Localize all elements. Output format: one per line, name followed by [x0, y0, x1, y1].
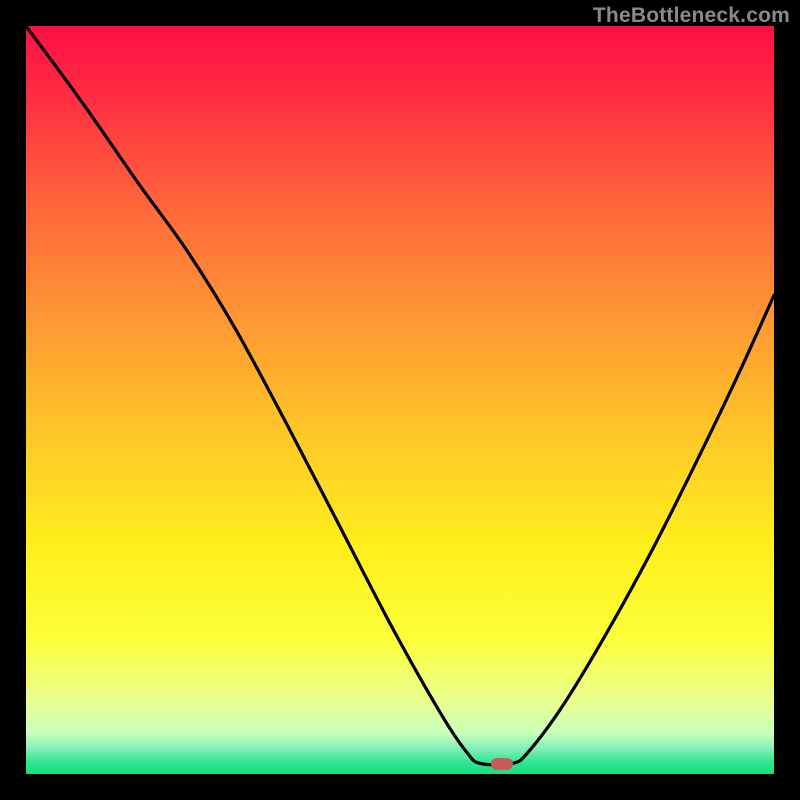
chart-frame: TheBottleneck.com	[0, 0, 800, 800]
plot-area	[26, 26, 774, 774]
optimal-marker	[491, 758, 513, 770]
watermark-text: TheBottleneck.com	[593, 4, 790, 28]
background-gradient	[26, 26, 774, 774]
